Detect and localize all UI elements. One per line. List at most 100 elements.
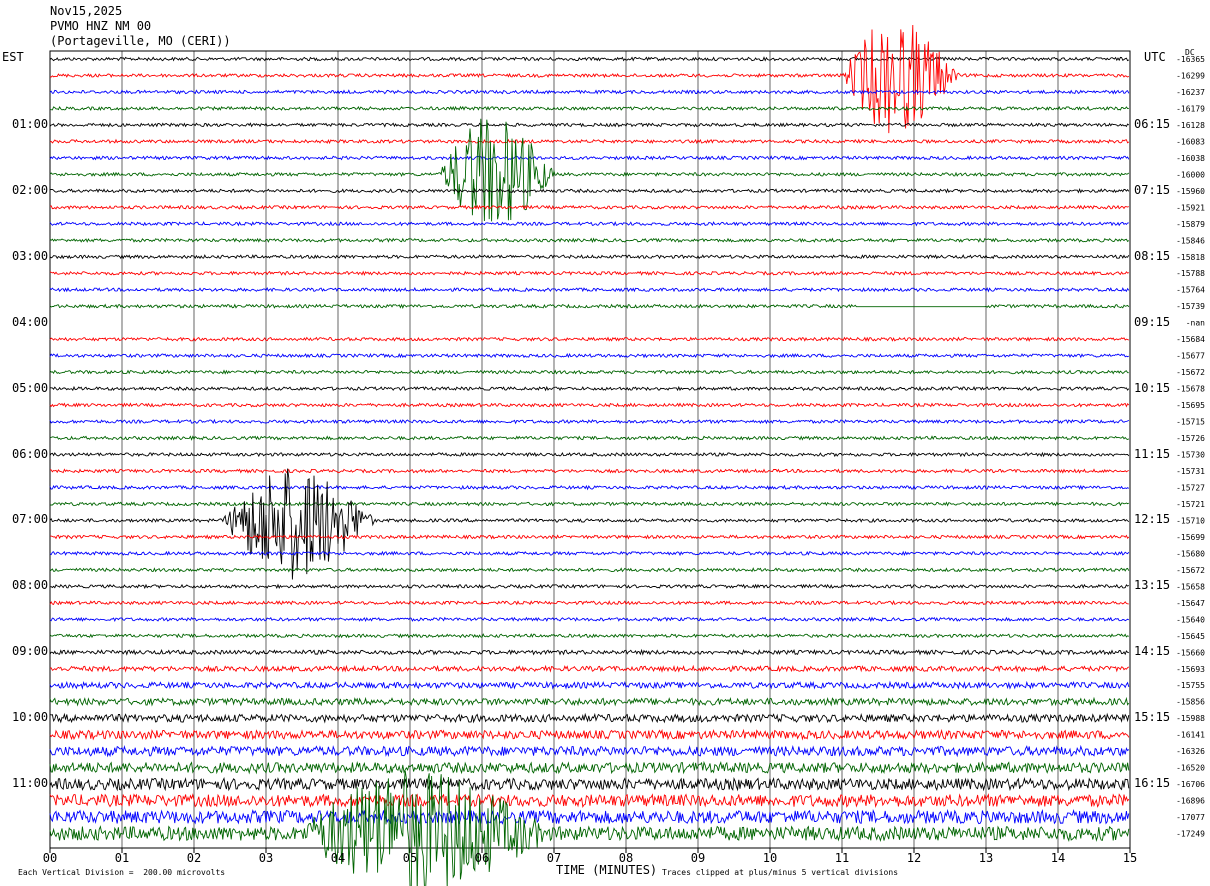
dc-offset-label: -16237: [1176, 88, 1205, 97]
trace-row: [50, 534, 1130, 540]
x-tick-label: 05: [403, 851, 417, 865]
dc-offset-label: -15846: [1176, 236, 1205, 245]
trace-row: [49, 254, 1130, 260]
dc-offset-label: -17077: [1176, 813, 1205, 822]
trace-row: [49, 303, 1130, 309]
dc-offset-label: -15680: [1176, 549, 1205, 558]
dc-offset-label: -16896: [1176, 797, 1205, 806]
trace-row: [49, 56, 1130, 62]
trace-row: [49, 696, 1130, 707]
dc-header: DC: [1185, 48, 1195, 57]
dc-offset-label: -15727: [1176, 483, 1205, 492]
trace-row: [49, 468, 1130, 580]
utc-hour-label: 08:15: [1134, 248, 1171, 263]
dc-offset-label: -15640: [1176, 615, 1205, 624]
dc-offset-label: -16179: [1176, 104, 1205, 113]
clip-note: Traces clipped at plus/minus 5 vertical …: [662, 868, 899, 877]
dc-offset-label: -16038: [1176, 154, 1205, 163]
est-hour-label: 07:00: [12, 512, 49, 527]
utc-hour-label: 10:15: [1134, 380, 1171, 395]
x-tick-label: 13: [979, 851, 993, 865]
dc-offset-labels: -16365-16299-16237-16179-16128-16083-160…: [1176, 55, 1205, 839]
trace-row: [49, 451, 1130, 458]
x-tick-label: 02: [187, 851, 201, 865]
utc-hour-label: 09:15: [1134, 314, 1171, 329]
trace-row: [49, 369, 1129, 375]
dc-offset-label: -16000: [1176, 170, 1205, 179]
seismic-traces: [49, 24, 1130, 886]
utc-hour-label: 16:15: [1134, 776, 1171, 791]
scale-note: Each Vertical Division = 200.00 microvol…: [18, 868, 226, 877]
dc-offset-label: -15730: [1176, 451, 1205, 460]
est-hour-label: 05:00: [12, 380, 49, 395]
dc-offset-label: -16326: [1176, 747, 1205, 756]
trace-row: [50, 385, 1130, 392]
dc-offset-label: -16083: [1176, 137, 1205, 146]
est-hour-label: 02:00: [12, 182, 49, 197]
dc-offset-label: -15764: [1176, 286, 1205, 295]
helicorder-plot: -16365-16299-16237-16179-16128-16083-160…: [43, 24, 1205, 886]
trace-row: [49, 664, 1130, 673]
dc-offset-label: -15672: [1176, 368, 1205, 377]
est-hour-label: 08:00: [12, 578, 49, 593]
x-tick-label: 04: [331, 851, 345, 865]
dc-offset-label: -15672: [1176, 566, 1205, 575]
trace-row: [49, 648, 1129, 656]
est-hour-label: 01:00: [12, 116, 49, 131]
header-location: (Portageville, MO (CERI)): [50, 34, 231, 48]
x-tick-label: 06: [475, 851, 489, 865]
dc-offset-label: -16520: [1176, 764, 1205, 773]
x-tick-label: 00: [43, 851, 57, 865]
dc-offset-label: -15715: [1176, 418, 1205, 427]
x-tick-label: 12: [907, 851, 921, 865]
x-tick-label: 15: [1123, 851, 1137, 865]
dc-offset-label: -17249: [1176, 830, 1205, 839]
dc-offset-label: -nan: [1186, 319, 1205, 328]
dc-offset-label: -15879: [1176, 220, 1205, 229]
dc-offset-label: -15660: [1176, 648, 1205, 657]
trace-row: [49, 616, 1130, 623]
trace-row: [49, 122, 1130, 128]
header-station: PVMO HNZ NM 00: [50, 19, 152, 33]
trace-row: [49, 270, 1129, 276]
x-tick-label: 01: [115, 851, 129, 865]
utc-hour-label: 06:15: [1134, 116, 1171, 131]
dc-offset-label: -15726: [1176, 434, 1205, 443]
trace-row: [49, 352, 1130, 359]
trace-row: [49, 287, 1130, 293]
trace-row: [49, 89, 1130, 95]
est-hour-label: 09:00: [12, 644, 49, 659]
trace-row: [49, 550, 1130, 557]
trace-row: [49, 418, 1130, 425]
est-hour-label: 10:00: [12, 710, 49, 725]
plot-frame: [49, 50, 1131, 849]
utc-hour-label: 13:15: [1134, 578, 1171, 593]
dc-offset-label: -15721: [1176, 500, 1205, 509]
trace-row: [49, 155, 1130, 161]
dc-offset-label: -15755: [1176, 681, 1205, 690]
dc-offset-label: -16706: [1176, 780, 1205, 789]
trace-row: [49, 138, 1130, 145]
x-axis-label: TIME (MINUTES): [556, 863, 658, 877]
dc-offset-label: -16299: [1176, 71, 1205, 80]
trace-row: [49, 680, 1130, 690]
header-date: Nov15,2025: [50, 4, 123, 18]
trace-row: [49, 792, 1130, 809]
trace-row: [49, 435, 1130, 441]
dc-offset-label: -15693: [1176, 665, 1205, 674]
trace-row: [49, 599, 1129, 606]
utc-timezone-label: UTC: [1144, 50, 1166, 64]
dc-offset-label: -15921: [1176, 203, 1205, 212]
trace-row: [49, 105, 1129, 112]
x-tick-label: 10: [763, 851, 777, 865]
x-tick-label: 14: [1051, 851, 1065, 865]
est-timezone-label: EST: [2, 50, 24, 64]
trace-row: [49, 501, 1130, 507]
trace-row: [49, 744, 1130, 758]
dc-offset-label: -15818: [1176, 253, 1205, 262]
dc-offset-label: -15677: [1176, 352, 1205, 361]
trace-row: [49, 760, 1130, 775]
dc-offset-label: -15731: [1176, 467, 1205, 476]
est-hour-label: 06:00: [12, 446, 49, 461]
x-tick-label: 03: [259, 851, 273, 865]
